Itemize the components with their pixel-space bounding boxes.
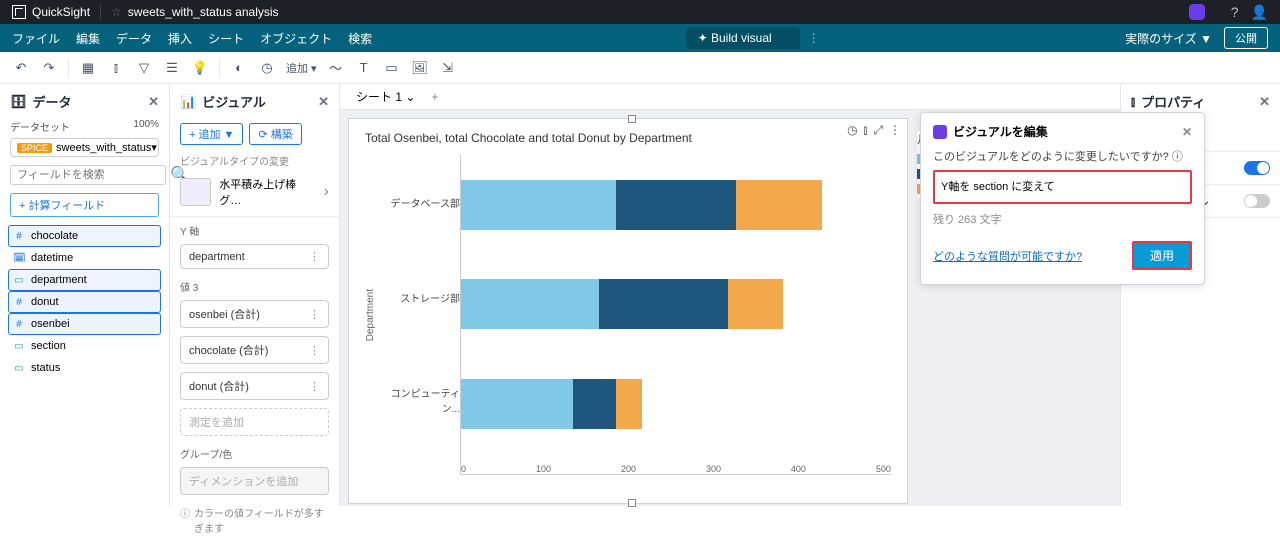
user-icon[interactable]: 👤: [1251, 4, 1268, 21]
dataset-label: データセット: [10, 119, 70, 134]
add-sheet-icon[interactable]: +: [431, 90, 438, 104]
data-panel-title: データ: [33, 92, 72, 111]
export-icon[interactable]: ⇲: [439, 59, 457, 77]
build-visual-chip[interactable]: ⟳ 構築: [249, 123, 301, 145]
y-axis-well[interactable]: department⋮: [180, 244, 329, 269]
value-label: 値 3: [170, 273, 339, 296]
menu-object[interactable]: オブジェクト: [260, 30, 332, 47]
expand-icon[interactable]: ⤢: [873, 123, 883, 138]
product-name: QuickSight: [32, 5, 90, 19]
edit-visual-popup: ビジュアルを編集 ✕ このビジュアルをどのように変更したいですか? ⓘ 残り 2…: [920, 112, 1205, 285]
visual-panel: 📊 ビジュアル ✕ + 追加 ▼ ⟳ 構築 ビジュアルタイプの変更 水平積み上げ…: [170, 84, 340, 506]
menu-file[interactable]: ファイル: [12, 30, 60, 47]
publish-button[interactable]: 公開: [1224, 27, 1268, 49]
stacked-bar-icon: [180, 178, 211, 206]
bulb-icon[interactable]: 💡: [191, 59, 209, 77]
gauge-icon[interactable]: ◐: [230, 59, 248, 77]
visual-panel-icon: 📊: [180, 94, 196, 110]
redo-icon[interactable]: ↷: [40, 59, 58, 77]
main-menu-bar: ファイル 編集 データ 挿入 シート オブジェクト 検索 ✦ Build vis…: [0, 24, 1280, 52]
close-icon[interactable]: ✕: [148, 94, 159, 110]
menu-edit[interactable]: 編集: [76, 30, 100, 47]
help-link[interactable]: どのような質問が可能ですか?: [933, 248, 1082, 264]
quicksight-logo-icon: [12, 5, 26, 19]
refresh-icon[interactable]: ◷: [847, 123, 857, 138]
chars-remaining: 残り 263 文字: [933, 211, 1192, 227]
dataset-pct: 100%: [133, 119, 159, 134]
props-panel-title: プロパティ: [1141, 92, 1205, 111]
line-icon[interactable]: 〜: [327, 59, 345, 77]
toolbar: ↶ ↷ ▦ ⫾ ▽ ☰ 💡 ◐ ◷ 追加 ▾ 〜 T ▭ 🖼 ⇲: [0, 52, 1280, 84]
field-chocolate[interactable]: #chocolate: [8, 225, 161, 247]
grid-icon[interactable]: ▦: [79, 59, 97, 77]
field-search-input[interactable]: [10, 165, 166, 185]
info-icon: ⓘ: [180, 505, 190, 535]
add-dropdown[interactable]: 追加 ▾: [286, 60, 317, 76]
menu-search[interactable]: 検索: [348, 30, 372, 47]
title-bar: QuickSight ☆ sweets_with_status analysis…: [0, 0, 1280, 24]
rect-icon[interactable]: ▭: [383, 59, 401, 77]
star-icon[interactable]: ☆: [111, 5, 122, 19]
group-label: グループ/色: [170, 440, 339, 463]
field-status[interactable]: ▭status: [8, 357, 161, 379]
image-icon[interactable]: 🖼: [411, 59, 429, 77]
amazon-q-icon[interactable]: [1189, 4, 1205, 20]
field-department[interactable]: ▭department: [8, 269, 161, 291]
value-well-1[interactable]: chocolate (合計)⋮: [180, 336, 329, 364]
y-axis-label: Y 軸: [170, 217, 339, 240]
filter-icon[interactable]: ▽: [135, 59, 153, 77]
chart-icon[interactable]: ⫾: [107, 59, 125, 77]
layers-icon[interactable]: ☰: [163, 59, 181, 77]
close-icon[interactable]: ✕: [1182, 125, 1192, 139]
field-osenbei[interactable]: #osenbei: [8, 313, 161, 335]
add-visual-button[interactable]: + 追加 ▼: [180, 123, 243, 145]
field-list: #chocolate 🗓datetime ▭department #donut …: [0, 221, 169, 383]
dataset-selector[interactable]: SPICE sweets_with_status ▾: [10, 138, 159, 157]
clock-icon[interactable]: ◷: [258, 59, 276, 77]
sheet-tab-1[interactable]: シート 1 ⌄: [348, 84, 423, 109]
data-panel-icon: 🗄: [10, 94, 27, 110]
build-visual-button[interactable]: ✦ Build visual: [686, 27, 800, 49]
visual-panel-title: ビジュアル: [202, 92, 266, 111]
menu-sheet[interactable]: シート: [208, 30, 244, 47]
close-icon[interactable]: ✕: [318, 94, 329, 110]
bar-chart: Department データベース部 ストレージ部 コンピューティン... 01…: [365, 155, 891, 475]
popup-title: ビジュアルを編集: [953, 123, 1048, 140]
menu-insert[interactable]: 挿入: [168, 30, 192, 47]
visual-title: Total Osenbei, total Chocolate and total…: [365, 131, 891, 145]
field-datetime[interactable]: 🗓datetime: [8, 247, 161, 269]
field-donut[interactable]: #donut: [8, 291, 161, 313]
analysis-title: sweets_with_status analysis: [128, 5, 279, 19]
kebab-icon[interactable]: ⋮: [889, 123, 901, 138]
menu-kebab-icon[interactable]: ⋮: [808, 31, 820, 45]
menu-data[interactable]: データ: [116, 30, 152, 47]
info-icon[interactable]: ⓘ: [1172, 151, 1183, 163]
prompt-input[interactable]: [933, 170, 1192, 204]
close-icon[interactable]: ✕: [1259, 94, 1270, 110]
y-axis-title: Department: [365, 289, 376, 341]
data-labels-toggle[interactable]: [1244, 194, 1270, 208]
undo-icon[interactable]: ↶: [12, 59, 30, 77]
group-well: ディメンションを追加: [180, 467, 329, 495]
apply-button[interactable]: 適用: [1132, 241, 1192, 270]
gauge-icon[interactable]: ⫾: [864, 123, 868, 138]
help-icon[interactable]: ?: [1231, 4, 1239, 20]
value-well-add[interactable]: 測定を追加: [180, 408, 329, 436]
visual-type-label: ビジュアルタイプの変更: [170, 149, 339, 172]
amazon-q-icon: [933, 125, 947, 139]
visual-type-selector[interactable]: 水平積み上げ棒グ… ›: [170, 172, 339, 217]
add-calc-field-button[interactable]: + 計算フィールド: [10, 193, 159, 217]
visual-card[interactable]: ◷ ⫾ ⤢ ⋮ Total Osenbei, total Chocolate a…: [348, 118, 908, 504]
value-well-0[interactable]: osenbei (合計)⋮: [180, 300, 329, 328]
group-note: ⓘカラーの値フィールドが多すぎます: [170, 499, 339, 541]
text-icon[interactable]: T: [355, 59, 373, 77]
spice-badge: SPICE: [17, 143, 52, 153]
data-panel: 🗄 データ ✕ データセット 100% SPICE sweets_with_st…: [0, 84, 170, 506]
zoom-dropdown[interactable]: 実際のサイズ ▼: [1125, 30, 1212, 47]
value-well-2[interactable]: donut (合計)⋮: [180, 372, 329, 400]
legend-toggle[interactable]: [1244, 161, 1270, 175]
field-section[interactable]: ▭section: [8, 335, 161, 357]
props-panel-icon: ⫾: [1131, 94, 1135, 110]
